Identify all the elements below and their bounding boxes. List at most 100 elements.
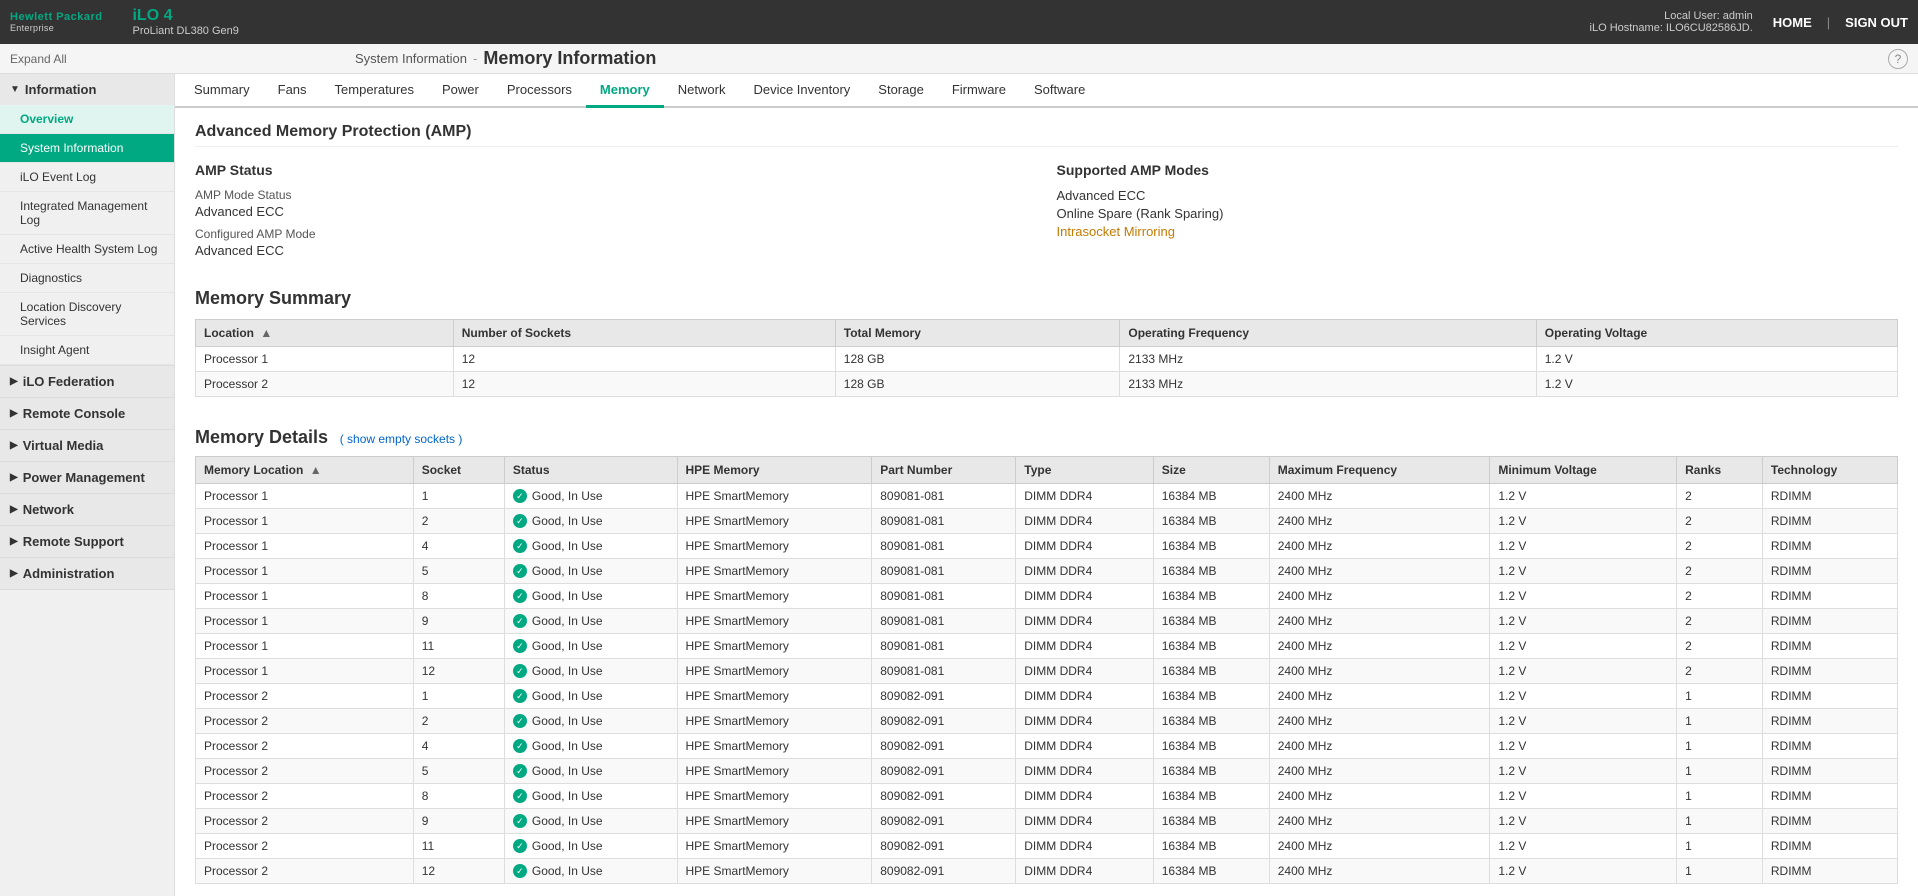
table-cell: 809082-091	[872, 709, 1016, 734]
tab-temperatures[interactable]: Temperatures	[321, 74, 428, 108]
status-indicator: ✓Good, In Use	[513, 664, 669, 678]
tab-network[interactable]: Network	[664, 74, 740, 108]
sidebar-item-diagnostics[interactable]: Diagnostics	[0, 264, 174, 293]
table-cell-status: ✓Good, In Use	[504, 834, 677, 859]
memory-summary-col-header[interactable]: Total Memory	[835, 320, 1120, 347]
insight-agent-label: Insight Agent	[20, 343, 89, 357]
memory-details-col-header[interactable]: Socket	[413, 457, 504, 484]
table-cell: 2400 MHz	[1269, 859, 1490, 884]
sidebar-section-header-ilo-federation[interactable]: ▶ iLO Federation	[0, 366, 174, 397]
sort-arrow-icon: ▲	[310, 463, 322, 477]
table-cell: 2400 MHz	[1269, 759, 1490, 784]
sidebar-section-header-remote-support[interactable]: ▶ Remote Support	[0, 526, 174, 557]
memory-details-col-header[interactable]: Minimum Voltage	[1490, 457, 1677, 484]
table-cell: 809081-081	[872, 609, 1016, 634]
sidebar-section-header-remote-console[interactable]: ▶ Remote Console	[0, 398, 174, 429]
memory-details-col-header[interactable]: HPE Memory	[677, 457, 872, 484]
table-cell: DIMM DDR4	[1016, 609, 1154, 634]
memory-details-col-header[interactable]: Part Number	[872, 457, 1016, 484]
tab-storage[interactable]: Storage	[864, 74, 938, 108]
tab-summary[interactable]: Summary	[180, 74, 264, 108]
table-cell: HPE SmartMemory	[677, 659, 872, 684]
table-cell: 5	[413, 759, 504, 784]
table-cell: 2400 MHz	[1269, 809, 1490, 834]
memory-details-col-header[interactable]: Status	[504, 457, 677, 484]
signout-link[interactable]: SIGN OUT	[1845, 15, 1908, 30]
administration-label: Administration	[23, 566, 115, 581]
sidebar-section-header-administration[interactable]: ▶ Administration	[0, 558, 174, 589]
table-cell: 2	[1677, 609, 1763, 634]
table-cell: HPE SmartMemory	[677, 634, 872, 659]
sidebar-section-header-power-management[interactable]: ▶ Power Management	[0, 462, 174, 493]
table-cell: Processor 1	[196, 559, 414, 584]
table-cell: RDIMM	[1762, 684, 1897, 709]
sidebar-section-header-virtual-media[interactable]: ▶ Virtual Media	[0, 430, 174, 461]
tab-software[interactable]: Software	[1020, 74, 1099, 108]
memory-summary-col-header[interactable]: Operating Voltage	[1536, 320, 1897, 347]
tab-memory[interactable]: Memory	[586, 74, 664, 108]
sidebar-item-system-information[interactable]: System Information	[0, 134, 174, 163]
table-cell: 1.2 V	[1490, 584, 1677, 609]
chevron-right-icon-2: ▶	[10, 408, 18, 419]
table-cell: RDIMM	[1762, 784, 1897, 809]
table-cell-status: ✓Good, In Use	[504, 809, 677, 834]
sidebar-item-active-health-system-log[interactable]: Active Health System Log	[0, 235, 174, 264]
show-empty-sockets-link[interactable]: ( show empty sockets )	[340, 432, 463, 446]
table-cell: HPE SmartMemory	[677, 809, 872, 834]
status-text: Good, In Use	[532, 814, 603, 828]
tab-power[interactable]: Power	[428, 74, 493, 108]
table-cell: DIMM DDR4	[1016, 659, 1154, 684]
table-cell: 16384 MB	[1153, 784, 1269, 809]
sidebar-item-ilo-event-log[interactable]: iLO Event Log	[0, 163, 174, 192]
table-cell: 809081-081	[872, 584, 1016, 609]
tab-firmware[interactable]: Firmware	[938, 74, 1020, 108]
table-cell: 2400 MHz	[1269, 634, 1490, 659]
tab-processors[interactable]: Processors	[493, 74, 586, 108]
table-cell: Processor 1	[196, 659, 414, 684]
table-cell: DIMM DDR4	[1016, 684, 1154, 709]
memory-details-col-header[interactable]: Maximum Frequency	[1269, 457, 1490, 484]
sidebar-section-header-network[interactable]: ▶ Network	[0, 494, 174, 525]
home-link[interactable]: HOME	[1773, 15, 1812, 30]
table-row: Processor 29✓Good, In UseHPE SmartMemory…	[196, 809, 1898, 834]
help-icon[interactable]: ?	[1888, 49, 1908, 69]
sidebar-item-overview[interactable]: Overview	[0, 105, 174, 134]
memory-summary-col-header[interactable]: Number of Sockets	[453, 320, 835, 347]
sidebar-section-header-information[interactable]: ▼ Information	[0, 74, 174, 105]
status-text: Good, In Use	[532, 589, 603, 603]
memory-details-col-header[interactable]: Type	[1016, 457, 1154, 484]
table-cell: HPE SmartMemory	[677, 484, 872, 509]
table-cell: DIMM DDR4	[1016, 759, 1154, 784]
memory-summary-title: Memory Summary	[195, 288, 1898, 309]
table-cell: 1.2 V	[1490, 709, 1677, 734]
table-row: Processor 212✓Good, In UseHPE SmartMemor…	[196, 859, 1898, 884]
table-row: Processor 212128 GB2133 MHz1.2 V	[196, 372, 1898, 397]
expand-all-button[interactable]: Expand All	[10, 52, 67, 66]
sidebar-item-integrated-management-log[interactable]: Integrated Management Log	[0, 192, 174, 235]
status-good-icon: ✓	[513, 664, 527, 678]
table-cell: 809081-081	[872, 509, 1016, 534]
chevron-down-icon: ▼	[10, 84, 20, 95]
memory-details-col-header[interactable]: Memory Location ▲	[196, 457, 414, 484]
memory-details-col-header[interactable]: Technology	[1762, 457, 1897, 484]
sidebar-item-location-discovery[interactable]: Location Discovery Services	[0, 293, 174, 336]
memory-summary-col-header[interactable]: Operating Frequency	[1120, 320, 1536, 347]
status-good-icon: ✓	[513, 614, 527, 628]
header-right: Local User: admin iLO Hostname: ILO6CU82…	[1590, 10, 1753, 34]
tab-device-inventory[interactable]: Device Inventory	[739, 74, 864, 108]
table-cell: Processor 1	[196, 534, 414, 559]
table-cell: 2	[1677, 634, 1763, 659]
memory-summary-col-header[interactable]: Location ▲	[196, 320, 454, 347]
status-text: Good, In Use	[532, 514, 603, 528]
table-cell: DIMM DDR4	[1016, 559, 1154, 584]
table-cell: HPE SmartMemory	[677, 684, 872, 709]
chevron-right-icon: ▶	[10, 376, 18, 387]
memory-details-col-header[interactable]: Size	[1153, 457, 1269, 484]
sidebar-item-insight-agent[interactable]: Insight Agent	[0, 336, 174, 365]
network-label: Network	[23, 502, 74, 517]
status-good-icon: ✓	[513, 714, 527, 728]
tab-fans[interactable]: Fans	[264, 74, 321, 108]
memory-details-col-header[interactable]: Ranks	[1677, 457, 1763, 484]
expand-all-container: Expand All	[10, 52, 185, 66]
table-cell: Processor 1	[196, 509, 414, 534]
